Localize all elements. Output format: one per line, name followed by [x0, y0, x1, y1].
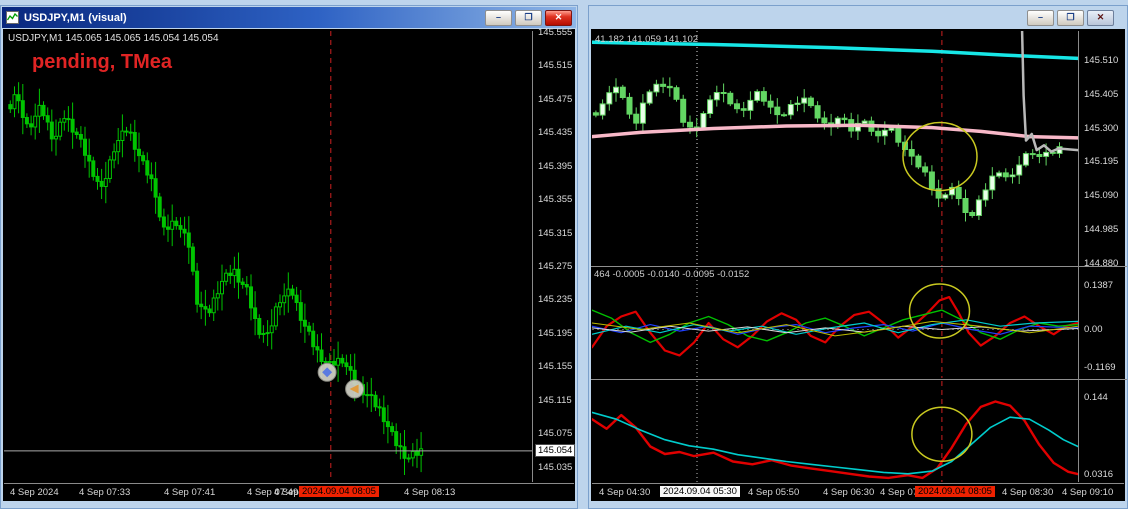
time-axis-label: 4 Sep 09:10 [1062, 487, 1114, 498]
left-chart-area: USDJPY,M1 145.065 145.065 145.054 145.05… [3, 27, 577, 502]
time-axis-label: 4 Sep [274, 487, 299, 498]
window-controls: – ❐ ✕ [485, 9, 572, 26]
right-indicator2-plot[interactable] [592, 381, 1078, 482]
indicator1-values: 464 -0.0005 -0.0140 -0.0095 -0.0152 [594, 269, 750, 280]
left-plot[interactable]: USDJPY,M1 145.065 145.065 145.054 145.05… [4, 31, 532, 481]
price-scale-label: 145.115 [538, 394, 572, 406]
time-axis-label: 4 Sep 07:33 [79, 487, 131, 498]
price-scale-label: 145.195 [1084, 156, 1119, 168]
restore-button[interactable]: ❐ [515, 9, 542, 26]
price-scale-label: 145.435 [538, 127, 573, 139]
right-indicator2-chart[interactable] [592, 381, 1078, 482]
right-time-axis[interactable]: 4 Sep 04:30 2024.09.04 05:30 4 Sep 05:50 4 … [592, 483, 1124, 502]
window-right-chart: – ❐ ✕ 41.182 141.059 141.102 464 -0.0005… [588, 5, 1128, 509]
price-scale-label: 145.405 [1084, 88, 1119, 100]
price-scale-label: 145.355 [538, 194, 573, 206]
price-scale-label: 144.985 [1084, 223, 1119, 235]
metatrader-workspace: USDJPY,M1 (visual) – ❐ ✕ USDJPY,M1 145.0… [0, 0, 1128, 509]
minimize-button[interactable]: – [1027, 9, 1054, 26]
right-indicator1-plot[interactable]: 464 -0.0005 -0.0140 -0.0095 -0.0152 [592, 268, 1078, 378]
minimize-button[interactable]: – [485, 9, 512, 26]
time-axis-label: 4 Sep 04:30 [599, 487, 651, 498]
price-scale-label: -0.1169 [1084, 362, 1116, 374]
pane-separator[interactable] [591, 379, 1127, 380]
close-button[interactable]: ✕ [545, 9, 572, 26]
time-axis-label: 4 Sep 07:41 [164, 487, 216, 498]
price-scale-label: 145.235 [538, 294, 573, 306]
price-scale-label: 145.510 [1084, 54, 1119, 66]
price-scale-label: 145.195 [538, 327, 573, 339]
price-scale-label: 145.300 [1084, 122, 1119, 134]
time-axis-label: 4 Sep 05:50 [748, 487, 800, 498]
price-scale-label: 145.555 [538, 26, 573, 38]
main-indicator-values: 41.182 141.059 141.102 [595, 34, 699, 45]
price-scale-label: 0.0316 [1084, 469, 1114, 481]
price-scale-label: 144.880 [1084, 257, 1119, 269]
price-scale-label: 0.144 [1084, 392, 1108, 404]
right-indicator1-chart[interactable] [592, 268, 1078, 378]
price-scale-label: 145.090 [1084, 190, 1119, 202]
right-window-controls: – ❐ ✕ [590, 7, 1126, 28]
right-main-plot[interactable]: 41.182 141.059 141.102 [592, 31, 1078, 266]
price-scale-label: 145.515 [538, 60, 573, 72]
time-axis-label: 4 Sep 06:30 [823, 487, 875, 498]
current-price-box: 145.054 [535, 443, 576, 457]
time-axis-highlight: 2024.09.04 08:05 [299, 486, 379, 497]
price-scale-label: 145.475 [538, 93, 573, 105]
chart-annotation: pending, TMea [32, 51, 172, 73]
price-scale-label: 145.155 [538, 361, 573, 373]
time-axis-highlight: 2024.09.04 08:05 [915, 486, 995, 497]
window-usdjpy-m1-visual: USDJPY,M1 (visual) – ❐ ✕ USDJPY,M1 145.0… [0, 5, 578, 509]
price-scale-label: 145.035 [538, 461, 573, 473]
right-chart-area: 41.182 141.059 141.102 464 -0.0005 -0.01… [591, 29, 1127, 502]
close-button[interactable]: ✕ [1087, 9, 1114, 26]
price-scale-label: 145.075 [538, 428, 573, 440]
price-scale-label: 0.00 [1084, 324, 1103, 336]
time-axis-label: 4 Sep 08:30 [1002, 487, 1054, 498]
restore-button[interactable]: ❐ [1057, 9, 1084, 26]
ohlc-readout: USDJPY,M1 145.065 145.065 145.054 145.05… [8, 33, 219, 44]
right-price-scale[interactable]: 145.510 145.405 145.300 145.195 145.090 144.9… [1078, 31, 1127, 482]
price-scale-label: 145.395 [538, 160, 573, 172]
price-scale-label: 0.1387 [1084, 279, 1114, 291]
pane-separator[interactable] [591, 266, 1127, 267]
chart-icon [6, 11, 19, 24]
right-candlestick-chart[interactable] [592, 31, 1078, 266]
time-axis-highlight: 2024.09.04 05:30 [660, 486, 740, 497]
left-titlebar[interactable]: USDJPY,M1 (visual) – ❐ ✕ [2, 7, 576, 28]
window-title: USDJPY,M1 (visual) [24, 11, 127, 24]
time-axis-label: 4 Sep 2024 [10, 487, 59, 498]
left-time-axis[interactable]: 4 Sep 2024 4 Sep 07:33 4 Sep 07:41 4 Sep 07… [4, 483, 574, 502]
price-scale-label: 145.315 [538, 227, 573, 239]
left-price-scale[interactable]: 145.555 145.515 145.475 145.435 145.395 145.3… [532, 27, 577, 482]
left-candlestick-chart[interactable] [4, 31, 532, 481]
price-scale-label: 145.275 [538, 261, 573, 273]
time-axis-label: 4 Sep 08:13 [404, 487, 456, 498]
